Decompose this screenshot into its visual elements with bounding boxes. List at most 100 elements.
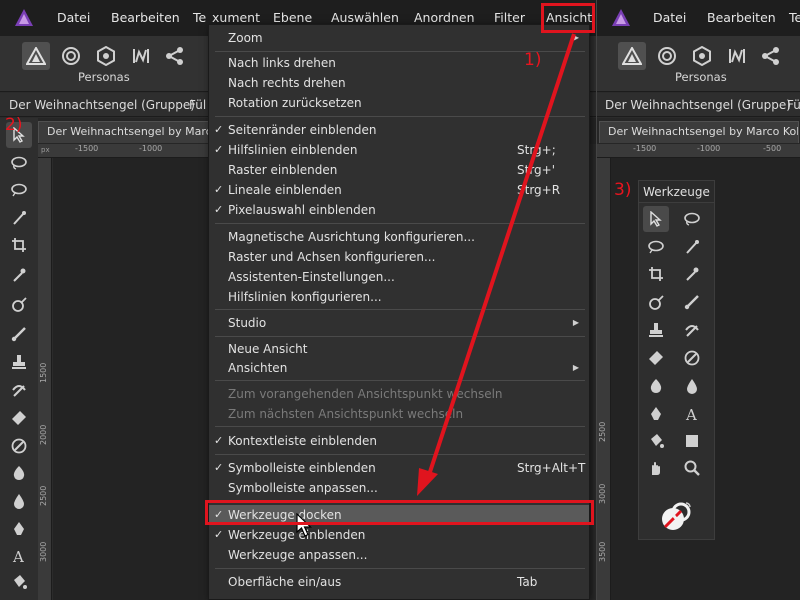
ansicht-menu: Zoom ▶ Nach links drehen Nach rechts dreh… <box>208 24 590 600</box>
ruler-v-tick: 3000 <box>39 541 48 562</box>
menu-item-configure-guides[interactable]: Hilfslinien konfigurieren... <box>209 287 589 307</box>
rectangle-tool-icon[interactable] <box>679 428 705 454</box>
crop-tool-icon[interactable] <box>6 232 32 258</box>
menu-item-next-viewpoint: Zum nächsten Ansichtspunkt wechseln <box>209 404 589 424</box>
menu-item-show-context-toolbar[interactable]: ✓ Kontextleiste einblenden <box>209 431 589 451</box>
menu-item-label: Kontextleiste einblenden <box>228 434 377 448</box>
photo-persona-icon[interactable] <box>618 42 646 70</box>
tools-panel-title[interactable]: Werkzeuge <box>639 181 714 203</box>
menu-item-configure-snapping[interactable]: Magnetische Ausrichtung konfigurieren... <box>209 227 589 247</box>
freehand-selection-icon[interactable] <box>6 177 32 203</box>
healing-brush-icon[interactable] <box>6 377 32 403</box>
affinity-photo-logo-icon[interactable] <box>611 8 631 28</box>
develop-persona-icon[interactable] <box>92 42 120 70</box>
color-picker-icon[interactable] <box>679 261 705 287</box>
move-tool-icon[interactable] <box>643 206 669 232</box>
freehand-selection-icon[interactable] <box>643 234 669 260</box>
liquify-persona-icon[interactable] <box>57 42 85 70</box>
hand-tool-icon[interactable] <box>643 455 669 481</box>
crop-tool-icon[interactable] <box>643 261 669 287</box>
menu-datei[interactable]: Datei <box>653 0 686 36</box>
burn-tool-icon[interactable] <box>6 460 32 486</box>
menu-item-zoom[interactable]: Zoom ▶ <box>209 28 589 48</box>
lasso-tool-icon[interactable] <box>6 150 32 176</box>
menu-item-show-grid[interactable]: Raster einblenden Strg+' <box>209 160 589 180</box>
floating-tools-panel[interactable]: Werkzeuge A <box>638 180 715 540</box>
clone-stamp-icon[interactable] <box>643 317 669 343</box>
menu-item-shortcut: Strg+R <box>517 183 561 197</box>
menu-item-show-guides[interactable]: ✓ Hilfslinien einblenden Strg+; <box>209 140 589 160</box>
burn-tool-icon[interactable] <box>643 373 669 399</box>
text-tool-icon[interactable]: A <box>6 543 32 569</box>
zoom-tool-icon[interactable] <box>679 455 705 481</box>
menu-item-toggle-ui[interactable]: Oberfläche ein/aus Tab <box>209 572 589 592</box>
personas-label: Personas <box>78 70 130 84</box>
red-eye-icon[interactable] <box>679 345 705 371</box>
pen-tool-icon[interactable] <box>6 516 32 542</box>
menu-item-show-rulers[interactable]: ✓ Lineale einblenden Strg+R <box>209 180 589 200</box>
develop-persona-icon[interactable] <box>688 42 716 70</box>
paint-brush-icon[interactable] <box>679 289 705 315</box>
eraser-icon[interactable] <box>6 405 32 431</box>
export-persona-icon[interactable] <box>161 42 189 70</box>
selection-brush-icon[interactable] <box>679 234 705 260</box>
paint-brush-icon[interactable] <box>6 321 32 347</box>
blur-tool-icon[interactable] <box>6 488 32 514</box>
tone-mapping-persona-icon[interactable] <box>723 42 751 70</box>
menu-text-partial[interactable]: Te <box>789 0 800 36</box>
menu-item-show-margins[interactable]: ✓ Seitenränder einblenden <box>209 120 589 140</box>
menu-item-customize-tools[interactable]: Werkzeuge anpassen... <box>209 545 589 565</box>
export-persona-icon[interactable] <box>757 42 785 70</box>
document-tab[interactable]: Der Weihnachtsengel by Marco K <box>38 121 210 143</box>
menu-bearbeiten[interactable]: Bearbeiten <box>111 0 180 36</box>
menu-item-dock-tools[interactable]: ✓ Werkzeuge docken <box>209 505 589 525</box>
menu-bearbeiten[interactable]: Bearbeiten <box>707 0 776 36</box>
vertical-ruler[interactable]: 2500 3000 3500 <box>597 158 611 600</box>
menu-item-customize-toolbar[interactable]: Symbolleiste anpassen... <box>209 478 589 498</box>
menu-datei[interactable]: Datei <box>57 0 90 36</box>
ruler-h-tick: -1500 <box>633 144 657 153</box>
menu-item-show-tools[interactable]: ✓ Werkzeuge einblenden <box>209 525 589 545</box>
menu-item-views[interactable]: Ansichten ▶ <box>209 358 589 378</box>
menu-item-label: Zoom <box>228 31 263 45</box>
pen-tool-icon[interactable] <box>643 401 669 427</box>
flood-fill-icon[interactable] <box>6 569 32 595</box>
clone-stamp-icon[interactable] <box>6 349 32 375</box>
text-tool-icon[interactable]: A <box>679 401 705 427</box>
menu-item-rotate-right[interactable]: Nach rechts drehen <box>209 73 589 93</box>
color-picker-icon[interactable] <box>6 262 32 288</box>
lasso-tool-icon[interactable] <box>679 206 705 232</box>
menu-item-studio[interactable]: Studio ▶ <box>209 313 589 333</box>
red-eye-icon[interactable] <box>6 433 32 459</box>
tone-mapping-persona-icon[interactable] <box>127 42 155 70</box>
eraser-icon[interactable] <box>643 345 669 371</box>
menu-item-reset-rotation[interactable]: Rotation zurücksetzen <box>209 93 589 113</box>
menu-item-show-pixel-selection[interactable]: ✓ Pixelauswahl einblenden <box>209 200 589 220</box>
color-swatch-icon[interactable] <box>659 499 695 535</box>
affinity-photo-logo-icon[interactable] <box>14 8 34 28</box>
menu-item-assistant-settings[interactable]: Assistenten-Einstellungen... <box>209 267 589 287</box>
selection-brush-icon[interactable] <box>6 205 32 231</box>
menu-text-partial[interactable]: Te <box>193 0 206 36</box>
document-tab[interactable]: Der Weihnachtsengel by Marco Kolditz ( <box>599 121 799 143</box>
menu-item-show-toolbar[interactable]: ✓ Symbolleiste einblenden Strg+Alt+T <box>209 458 589 478</box>
ruler-v-tick: 3500 <box>598 541 607 562</box>
menu-item-label: Zum vorangehenden Ansichtspunkt wechseln <box>228 387 503 401</box>
horizontal-ruler[interactable]: -1500 -1000 -500 <box>597 144 800 158</box>
menu-item-label: Neue Ansicht <box>228 342 308 356</box>
menu-item-previous-viewpoint: Zum vorangehenden Ansichtspunkt wechseln <box>209 384 589 404</box>
fill-tool-icon[interactable] <box>6 291 32 317</box>
svg-text:A: A <box>685 406 697 422</box>
menu-item-label: Raster einblenden <box>228 163 338 177</box>
blur-tool-icon[interactable] <box>679 373 705 399</box>
photo-persona-icon[interactable] <box>22 42 50 70</box>
flood-fill-icon[interactable] <box>643 428 669 454</box>
fill-tool-icon[interactable] <box>643 289 669 315</box>
menu-item-new-view[interactable]: Neue Ansicht <box>209 339 589 359</box>
healing-brush-icon[interactable] <box>679 317 705 343</box>
document-canvas[interactable] <box>53 158 208 600</box>
vertical-ruler[interactable]: 1500 2000 2500 3000 <box>38 158 52 600</box>
menu-item-configure-grid[interactable]: Raster und Achsen konfigurieren... <box>209 247 589 267</box>
horizontal-ruler[interactable]: px -1500 -1000 <box>38 144 208 158</box>
liquify-persona-icon[interactable] <box>653 42 681 70</box>
